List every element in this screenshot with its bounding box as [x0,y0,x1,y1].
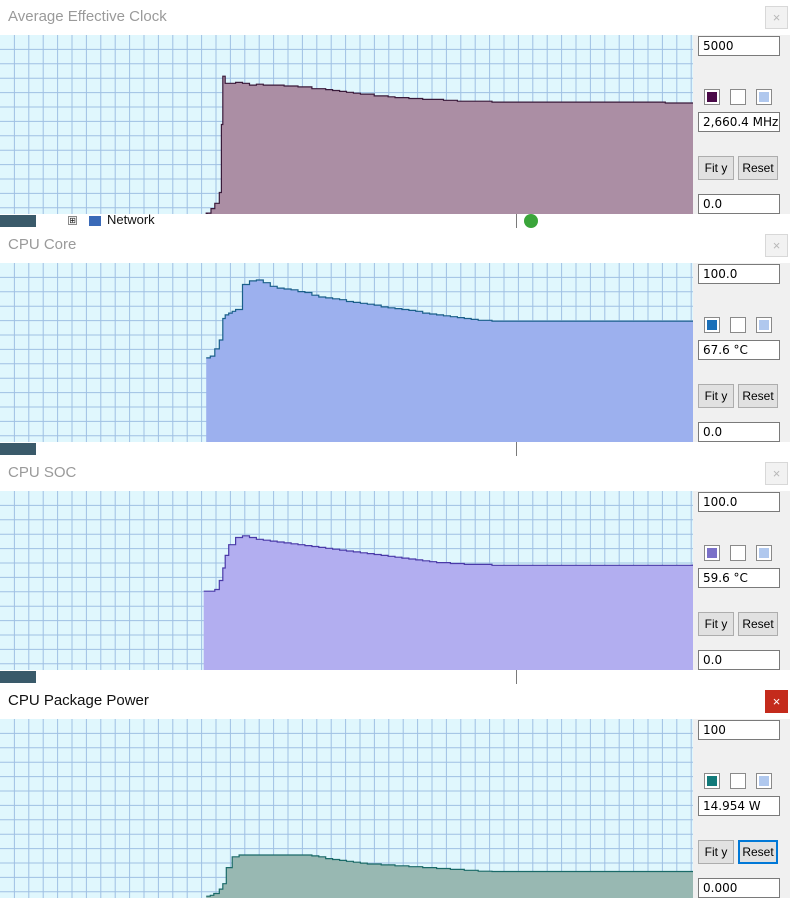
reset-button[interactable]: Reset [738,384,778,408]
graph-panel-cpu-soc: CPU SOC × 100.0 59.6 °C Fit y Reset 0.0 [0,456,790,684]
graph-panel-average-effective-clock: Average Effective Clock × 5000 2,660.4 M… [0,0,790,228]
fit-y-button[interactable]: Fit y [698,612,734,636]
graph-sidebar: 100 14.954 W Fit y Reset 0.000 [693,719,790,898]
close-icon[interactable]: × [765,234,788,257]
sensor-graph-svg [0,35,693,214]
grid-color-swatch[interactable] [756,773,772,789]
background-tree-row: ⊞ Network [68,214,155,226]
reset-button[interactable]: Reset [738,840,778,864]
panel-title: Average Effective Clock [8,8,167,25]
background-divider [516,670,517,684]
panel-title: CPU Package Power [8,692,149,709]
background-tree-label: Network [107,214,155,227]
panel-titlebar[interactable]: CPU Package Power × [0,684,790,718]
sensor-graph-area[interactable] [0,263,693,442]
current-value-field[interactable]: 14.954 W [698,796,780,816]
min-value-field[interactable]: 0.0 [698,650,780,670]
max-value-field[interactable]: 100 [698,720,780,740]
graph-panel-cpu-package-power: CPU Package Power × 100 14.954 W Fit y R… [0,684,790,900]
line-color-swatch[interactable] [704,773,720,789]
sensor-graph-svg [0,719,693,898]
line-color-fill [707,776,717,786]
background-color-fill [733,548,743,558]
grid-color-swatch[interactable] [756,545,772,561]
line-color-fill [707,320,717,330]
panel-titlebar[interactable]: CPU Core × [0,228,790,262]
line-color-swatch[interactable] [704,317,720,333]
panel-title: CPU SOC [8,464,77,481]
graph-sidebar: 100.0 59.6 °C Fit y Reset 0.0 [693,491,790,670]
graph-panel-cpu-core: CPU Core × 100.0 67.6 °C Fit y Reset 0.0 [0,228,790,456]
min-value-field[interactable]: 0.000 [698,878,780,898]
sensor-graph-area[interactable] [0,491,693,670]
graph-sidebar: 100.0 67.6 °C Fit y Reset 0.0 [693,263,790,442]
background-window-strip: ⊞ Network [0,214,790,228]
background-divider [516,442,517,456]
min-value-field[interactable]: 0.0 [698,194,780,214]
fit-y-button[interactable]: Fit y [698,156,734,180]
background-app-icon [0,671,36,683]
fit-y-button[interactable]: Fit y [698,840,734,864]
grid-color-fill [759,320,769,330]
background-divider [516,214,517,228]
close-icon[interactable]: × [765,462,788,485]
max-value-field[interactable]: 100.0 [698,492,780,512]
min-value-field[interactable]: 0.0 [698,422,780,442]
background-color-swatch[interactable] [730,89,746,105]
background-color-swatch[interactable] [730,545,746,561]
background-color-fill [733,320,743,330]
sensor-graph-svg [0,263,693,442]
graph-sidebar: 5000 2,660.4 MHz Fit y Reset 0.0 [693,35,790,214]
status-dot-icon [524,214,538,228]
close-icon[interactable]: × [765,6,788,29]
current-value-field[interactable]: 67.6 °C [698,340,780,360]
background-color-fill [733,92,743,102]
grid-color-swatch[interactable] [756,317,772,333]
sensor-graph-area[interactable] [0,719,693,898]
grid-color-fill [759,776,769,786]
max-value-field[interactable]: 5000 [698,36,780,56]
sensor-graph-svg [0,491,693,670]
network-icon [89,215,101,226]
max-value-field[interactable]: 100.0 [698,264,780,284]
panel-titlebar[interactable]: Average Effective Clock × [0,0,790,34]
grid-color-fill [759,92,769,102]
background-color-swatch[interactable] [730,773,746,789]
background-app-icon [0,215,36,227]
line-color-fill [707,92,717,102]
fit-y-button[interactable]: Fit y [698,384,734,408]
grid-color-swatch[interactable] [756,89,772,105]
reset-button[interactable]: Reset [738,156,778,180]
line-color-swatch[interactable] [704,89,720,105]
line-color-swatch[interactable] [704,545,720,561]
reset-button[interactable]: Reset [738,612,778,636]
panel-title: CPU Core [8,236,77,253]
sensor-graph-area[interactable] [0,35,693,214]
background-color-fill [733,776,743,786]
panel-titlebar[interactable]: CPU SOC × [0,456,790,490]
line-color-fill [707,548,717,558]
background-window-strip [0,442,790,456]
tree-expander-icon: ⊞ [68,216,77,226]
background-window-strip [0,670,790,684]
current-value-field[interactable]: 2,660.4 MHz [698,112,780,132]
background-color-swatch[interactable] [730,317,746,333]
close-icon[interactable]: × [765,690,788,713]
current-value-field[interactable]: 59.6 °C [698,568,780,588]
grid-color-fill [759,548,769,558]
background-app-icon [0,443,36,455]
